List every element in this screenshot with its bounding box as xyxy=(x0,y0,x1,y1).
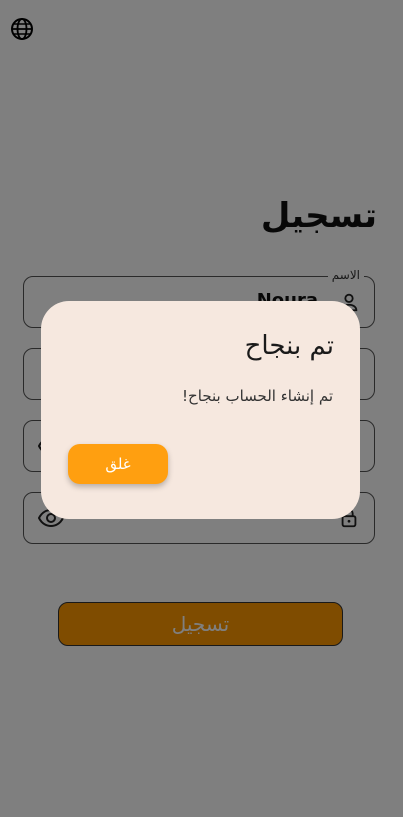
dialog-message: تم إنشاء الحساب بنجاح! xyxy=(182,387,333,405)
success-dialog: تم بنجاح تم إنشاء الحساب بنجاح! غلق xyxy=(41,301,360,519)
close-button[interactable]: غلق xyxy=(68,444,168,484)
dialog-title: تم بنجاح xyxy=(244,331,334,361)
